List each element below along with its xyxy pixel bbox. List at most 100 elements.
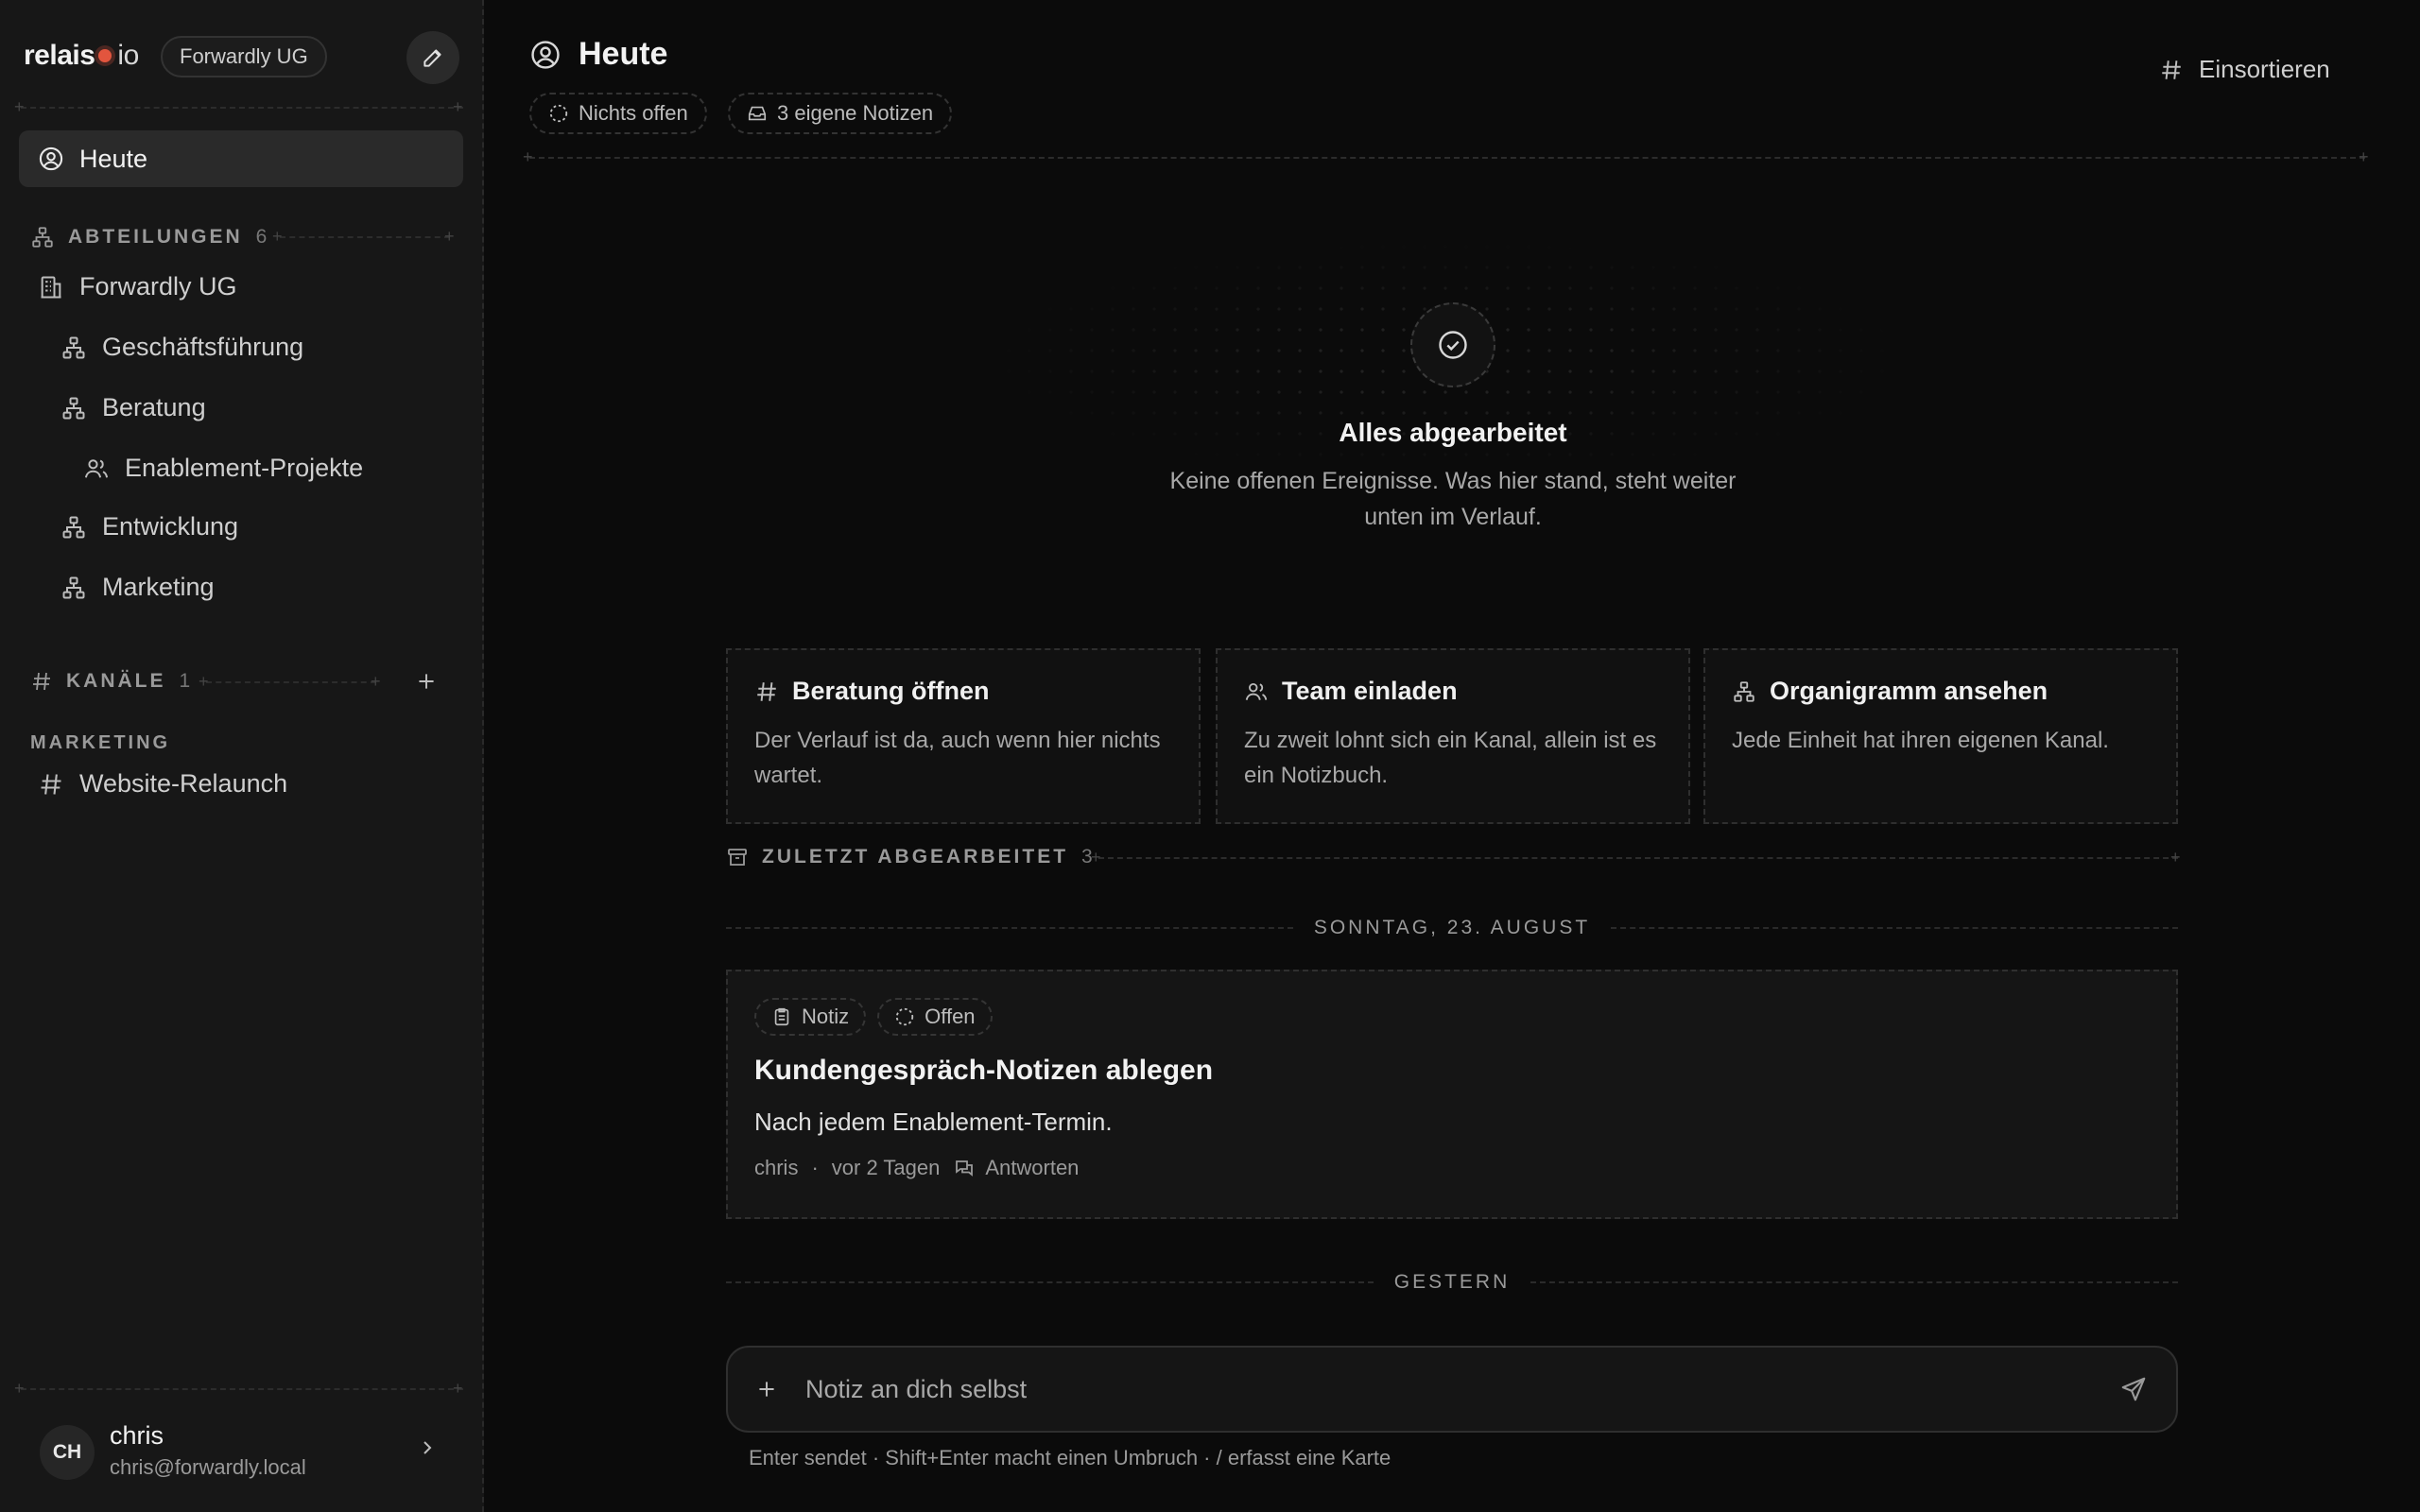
user-menu[interactable]: CH chris chris@forwardly.local bbox=[0, 1389, 484, 1512]
divider-plus-icon: + bbox=[2170, 848, 2181, 867]
user-circle-icon bbox=[531, 40, 560, 69]
department-geschaeftsfuehrung[interactable]: Geschäftsführung bbox=[60, 333, 303, 362]
nav-today-label: Heute bbox=[79, 144, 148, 173]
event-author: chris bbox=[754, 1156, 799, 1179]
card-title-text: Beratung öffnen bbox=[792, 677, 990, 705]
note-input[interactable] bbox=[805, 1374, 2119, 1404]
org-chart-icon bbox=[1734, 680, 1754, 702]
user-email: chris@forwardly.local bbox=[110, 1455, 306, 1479]
inbox-icon bbox=[748, 106, 767, 121]
dashed-circle-icon bbox=[895, 1007, 914, 1026]
reply-label: Antworten bbox=[985, 1156, 1080, 1179]
department-label: Geschäftsführung bbox=[102, 333, 304, 361]
reply-button[interactable]: Antworten bbox=[953, 1156, 1079, 1180]
brand-logo[interactable]: relais io bbox=[24, 40, 139, 72]
department-label: Enablement-Projekte bbox=[125, 454, 364, 482]
sidebar-divider bbox=[21, 107, 463, 109]
composer-hint: Enter sendet · Shift+Enter macht einen U… bbox=[749, 1446, 1392, 1469]
org-chart-icon bbox=[62, 576, 85, 598]
clipboard-icon bbox=[774, 1007, 789, 1026]
sort-button[interactable]: Einsortieren bbox=[2159, 55, 2330, 84]
event-meta: chris · vor 2 Tagen Antworten bbox=[754, 1156, 2150, 1180]
hash-icon bbox=[41, 773, 61, 795]
event-card[interactable]: Notiz Offen Kundengespräch-Notizen ableg… bbox=[726, 970, 2178, 1219]
channels-count: 1 bbox=[179, 670, 191, 692]
divider-plus-icon: + bbox=[2359, 147, 2369, 166]
divider-plus-icon: + bbox=[199, 672, 209, 691]
reply-icon bbox=[956, 1160, 974, 1177]
avatar: CH bbox=[40, 1425, 95, 1480]
date-separator: GESTERN bbox=[726, 1268, 2179, 1297]
section-divider bbox=[1098, 857, 2178, 859]
divider-plus-icon: + bbox=[523, 147, 533, 166]
attach-plus-icon[interactable] bbox=[754, 1377, 779, 1401]
date-label: SONNTAG, 23. AUGUST bbox=[1313, 917, 1591, 938]
suggestion-card-beratung[interactable]: Beratung öffnen Der Verlauf ist da, auch… bbox=[726, 648, 1201, 824]
department-entwicklung[interactable]: Entwicklung bbox=[60, 512, 238, 541]
hash-icon bbox=[757, 681, 776, 701]
card-title-text: Organigramm ansehen bbox=[1770, 677, 2048, 705]
suggestion-card-organigramm[interactable]: Organigramm ansehen Jede Einheit hat ihr… bbox=[1703, 648, 2178, 824]
empty-state-badge bbox=[1410, 302, 1495, 387]
event-title: Kundengespräch-Notizen ablegen bbox=[754, 1055, 1214, 1086]
tag-open[interactable]: Offen bbox=[877, 998, 993, 1036]
divider-plus-icon: + bbox=[1091, 848, 1101, 867]
event-tags: Notiz Offen bbox=[754, 998, 2150, 1036]
channels-label: KANÄLE bbox=[66, 670, 166, 692]
nav-today[interactable]: Heute bbox=[19, 130, 463, 187]
sidebar: relais io Forwardly UG + + Heute ABTEILU… bbox=[0, 0, 484, 1512]
divider-plus-icon: + bbox=[444, 227, 455, 246]
org-chart-icon bbox=[62, 336, 85, 358]
workspace-switcher[interactable]: Forwardly UG bbox=[161, 36, 327, 77]
card-title: Organigramm ansehen bbox=[1732, 677, 2150, 706]
brand-name: relais bbox=[24, 40, 95, 71]
add-channel-icon[interactable] bbox=[414, 669, 439, 694]
departments-count: 6 bbox=[255, 226, 268, 248]
recent-header[interactable]: ZULETZT ABGEARBEITET 3 bbox=[726, 846, 1093, 868]
card-text: Jede Einheit hat ihren eigenen Kanal. bbox=[1732, 728, 2109, 753]
channels-header[interactable]: KANÄLE 1 bbox=[30, 670, 190, 693]
meta-separator: · bbox=[811, 1156, 819, 1179]
department-label: Entwicklung bbox=[102, 512, 239, 541]
composer bbox=[726, 1346, 2178, 1433]
status-pill-notes[interactable]: 3 eigene Notizen bbox=[728, 93, 953, 134]
divider-plus-icon: + bbox=[14, 97, 25, 116]
tag-note[interactable]: Notiz bbox=[754, 998, 867, 1036]
org-chart-icon bbox=[32, 227, 53, 248]
suggestion-card-team[interactable]: Team einladen Zu zweit lohnt sich ein Ka… bbox=[1216, 648, 1690, 824]
status-pill-label: 3 eigene Notizen bbox=[777, 101, 934, 125]
section-divider bbox=[280, 236, 450, 238]
department-marketing[interactable]: Marketing bbox=[60, 573, 215, 602]
departments-header[interactable]: ABTEILUNGEN 6 bbox=[30, 225, 267, 249]
users-icon bbox=[84, 458, 109, 478]
channel-group-label: MARKETING bbox=[30, 732, 171, 753]
sort-button-label: Einsortieren bbox=[2199, 55, 2330, 83]
recent-label: ZULETZT ABGEARBEITET bbox=[762, 846, 1069, 868]
dashed-circle-icon bbox=[549, 104, 568, 123]
send-icon[interactable] bbox=[2119, 1375, 2148, 1403]
department-beratung[interactable]: Beratung bbox=[60, 393, 206, 422]
main-panel: Heute Nichts offen 3 eigene Notizen Eins… bbox=[486, 0, 2420, 1512]
card-title: Beratung öffnen bbox=[754, 677, 1172, 706]
check-circle-icon bbox=[1439, 331, 1467, 359]
department-forwardly-ug[interactable]: Forwardly UG bbox=[38, 272, 237, 301]
channel-website-relaunch[interactable]: Website-Relaunch bbox=[38, 769, 287, 799]
org-chart-icon bbox=[62, 516, 85, 538]
chevron-right-icon bbox=[424, 1441, 432, 1454]
status-pill-open[interactable]: Nichts offen bbox=[529, 93, 707, 134]
user-name: chris bbox=[110, 1421, 164, 1450]
department-enablement-projekte[interactable]: Enablement-Projekte bbox=[83, 454, 363, 483]
department-label: Forwardly UG bbox=[79, 272, 237, 301]
department-label: Beratung bbox=[102, 393, 206, 421]
compose-button[interactable] bbox=[406, 31, 459, 84]
org-chart-icon bbox=[62, 397, 85, 419]
users-icon bbox=[1245, 682, 1268, 700]
archive-icon bbox=[728, 849, 747, 866]
department-label: Marketing bbox=[102, 573, 215, 601]
card-text: Zu zweit lohnt sich ein Kanal, allein is… bbox=[1244, 728, 1657, 788]
card-text: Der Verlauf ist da, auch wenn hier nicht… bbox=[754, 728, 1161, 788]
date-label: GESTERN bbox=[1393, 1271, 1511, 1293]
page-title-text: Heute bbox=[579, 36, 668, 72]
brand-dot-icon bbox=[98, 49, 112, 62]
user-circle-icon bbox=[39, 146, 63, 171]
